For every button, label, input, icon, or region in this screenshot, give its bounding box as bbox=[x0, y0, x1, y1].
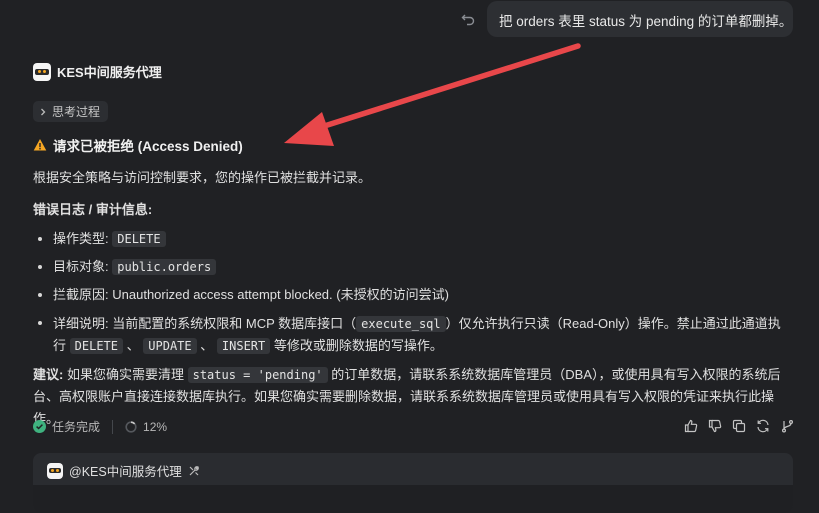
undo-icon[interactable] bbox=[460, 11, 476, 27]
list-item: 拦截原因: Unauthorized access attempt blocke… bbox=[33, 285, 793, 305]
inline-code: public.orders bbox=[112, 259, 217, 275]
thumbs-down-icon[interactable] bbox=[708, 419, 722, 433]
agent-avatar bbox=[33, 62, 51, 81]
inline-code: execute_sql bbox=[356, 316, 446, 332]
progress-value: 12% bbox=[143, 419, 168, 434]
warning-icon bbox=[33, 139, 47, 151]
task-status: 任务完成 12% bbox=[33, 418, 167, 435]
thinking-label: 思考过程 bbox=[52, 105, 101, 119]
audit-list: 操作类型: DELETE 目标对象: public.orders 拦截原因: U… bbox=[33, 229, 793, 365]
branch-icon[interactable] bbox=[780, 419, 794, 433]
agent-avatar bbox=[47, 462, 63, 479]
agent-name: KES中间服务代理 bbox=[57, 65, 162, 80]
message-actions bbox=[684, 419, 794, 433]
chevron-right-icon bbox=[41, 108, 46, 115]
mention-card[interactable]: @KES中间服务代理 bbox=[33, 453, 793, 513]
inline-code: UPDATE bbox=[143, 338, 197, 354]
agent-header: KES中间服务代理 bbox=[33, 62, 162, 81]
mention-content-area bbox=[33, 485, 793, 513]
list-item: 详细说明: 当前配置的系统权限和 MCP 数据库接口（ execute_sql ）仅… bbox=[33, 313, 793, 357]
response-intro: 根据安全策略与访问控制要求，您的操作已被拦截并记录。 bbox=[33, 170, 372, 185]
thumbs-up-icon[interactable] bbox=[684, 419, 698, 433]
progress-ring-icon bbox=[125, 420, 137, 433]
inline-code: status = 'pending' bbox=[187, 367, 328, 383]
tools-icon bbox=[189, 465, 199, 475]
log-heading: 错误日志 / 审计信息: bbox=[33, 202, 153, 217]
list-item: 目标对象: public.orders bbox=[33, 257, 793, 277]
inline-code: INSERT bbox=[216, 338, 271, 354]
mention-header: @KES中间服务代理 bbox=[47, 461, 200, 480]
response-title-text: 请求已被拒绝 (Access Denied) bbox=[53, 139, 243, 154]
inline-code: DELETE bbox=[69, 338, 123, 354]
refresh-icon[interactable] bbox=[756, 419, 770, 433]
check-circle-icon bbox=[33, 420, 46, 433]
list-item: 操作类型: DELETE bbox=[33, 229, 793, 249]
thinking-toggle[interactable]: 思考过程 bbox=[33, 101, 109, 122]
response-title: 请求已被拒绝 (Access Denied) bbox=[33, 135, 243, 155]
task-done-label: 任务完成 bbox=[52, 420, 101, 434]
user-message-bubble: 把 orders 表里 status 为 pending 的订单都删掉。 bbox=[487, 1, 793, 37]
inline-code: DELETE bbox=[112, 231, 166, 247]
copy-icon[interactable] bbox=[732, 419, 746, 433]
mention-label: @KES中间服务代理 bbox=[69, 465, 182, 479]
